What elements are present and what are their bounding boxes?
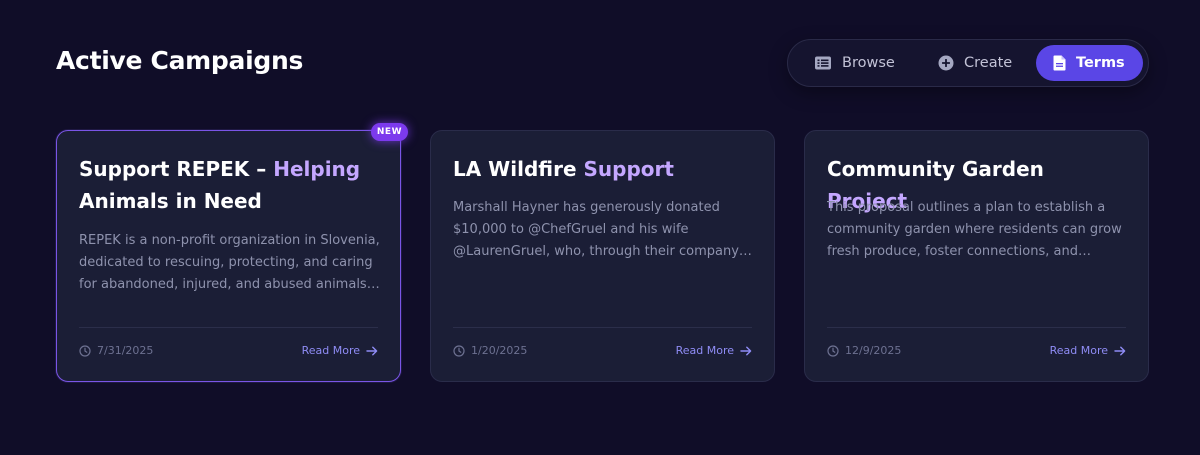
view-tab-bar: Browse Create Terms <box>787 39 1149 87</box>
card-divider <box>79 327 378 328</box>
read-more-label: Read More <box>301 344 360 357</box>
campaign-title: Support REPEK – Helping Animals in Need <box>79 153 379 217</box>
tab-terms[interactable]: Terms <box>1036 45 1143 81</box>
card-divider <box>827 327 1126 328</box>
clock-icon <box>827 344 839 357</box>
clock-icon <box>453 344 465 357</box>
new-badge: NEW <box>370 123 408 141</box>
read-more-link[interactable]: Read More <box>676 344 752 357</box>
campaign-date-text: 12/9/2025 <box>845 344 902 357</box>
arrow-right-icon <box>366 346 378 355</box>
read-more-label: Read More <box>675 344 734 357</box>
tab-create-label: Create <box>964 55 1013 71</box>
campaign-title-highlight: Helping <box>273 157 361 181</box>
read-more-link[interactable]: Read More <box>302 344 378 357</box>
arrow-right-icon <box>1114 346 1126 355</box>
list-icon <box>815 56 831 70</box>
campaign-description: REPEK is a non-profit organization in Sl… <box>79 233 380 292</box>
campaign-card[interactable]: LA Wildfire Support Marshall Hayner has … <box>430 130 775 382</box>
campaign-title: LA Wildfire Support <box>453 153 753 185</box>
campaign-title-part: Support REPEK – <box>79 157 274 181</box>
campaign-title-highlight: Support <box>583 157 674 181</box>
page-title: Active Campaigns <box>56 46 304 75</box>
campaign-description: Marshall Hayner has generously donated $… <box>453 200 752 259</box>
campaign-description: This proposal outlines a plan to establi… <box>827 200 1122 259</box>
tab-browse-label: Browse <box>842 55 895 71</box>
campaign-title-part: Community Garden <box>827 157 1044 181</box>
campaign-card[interactable]: Community Garden Project This proposal o… <box>804 130 1149 382</box>
campaign-title-part: Animals in Need <box>79 189 262 213</box>
campaign-title-part: LA Wildfire <box>453 157 584 181</box>
arrow-right-icon <box>740 346 752 355</box>
document-icon <box>1053 55 1066 71</box>
campaign-date: 1/20/2025 <box>453 344 527 357</box>
tab-create[interactable]: Create <box>924 45 1036 81</box>
campaign-date-text: 7/31/2025 <box>97 344 154 357</box>
campaign-date-text: 1/20/2025 <box>471 344 528 357</box>
read-more-label: Read More <box>1049 344 1108 357</box>
tab-terms-label: Terms <box>1076 55 1125 71</box>
campaign-date: 7/31/2025 <box>79 344 153 357</box>
campaign-card[interactable]: NEW Support REPEK – Helping Animals in N… <box>56 123 408 382</box>
tab-browse[interactable]: Browse <box>800 45 912 81</box>
plus-circle-icon <box>938 55 954 71</box>
read-more-link[interactable]: Read More <box>1050 344 1126 357</box>
clock-icon <box>79 344 91 357</box>
card-divider <box>453 327 752 328</box>
campaign-date: 12/9/2025 <box>827 344 901 357</box>
